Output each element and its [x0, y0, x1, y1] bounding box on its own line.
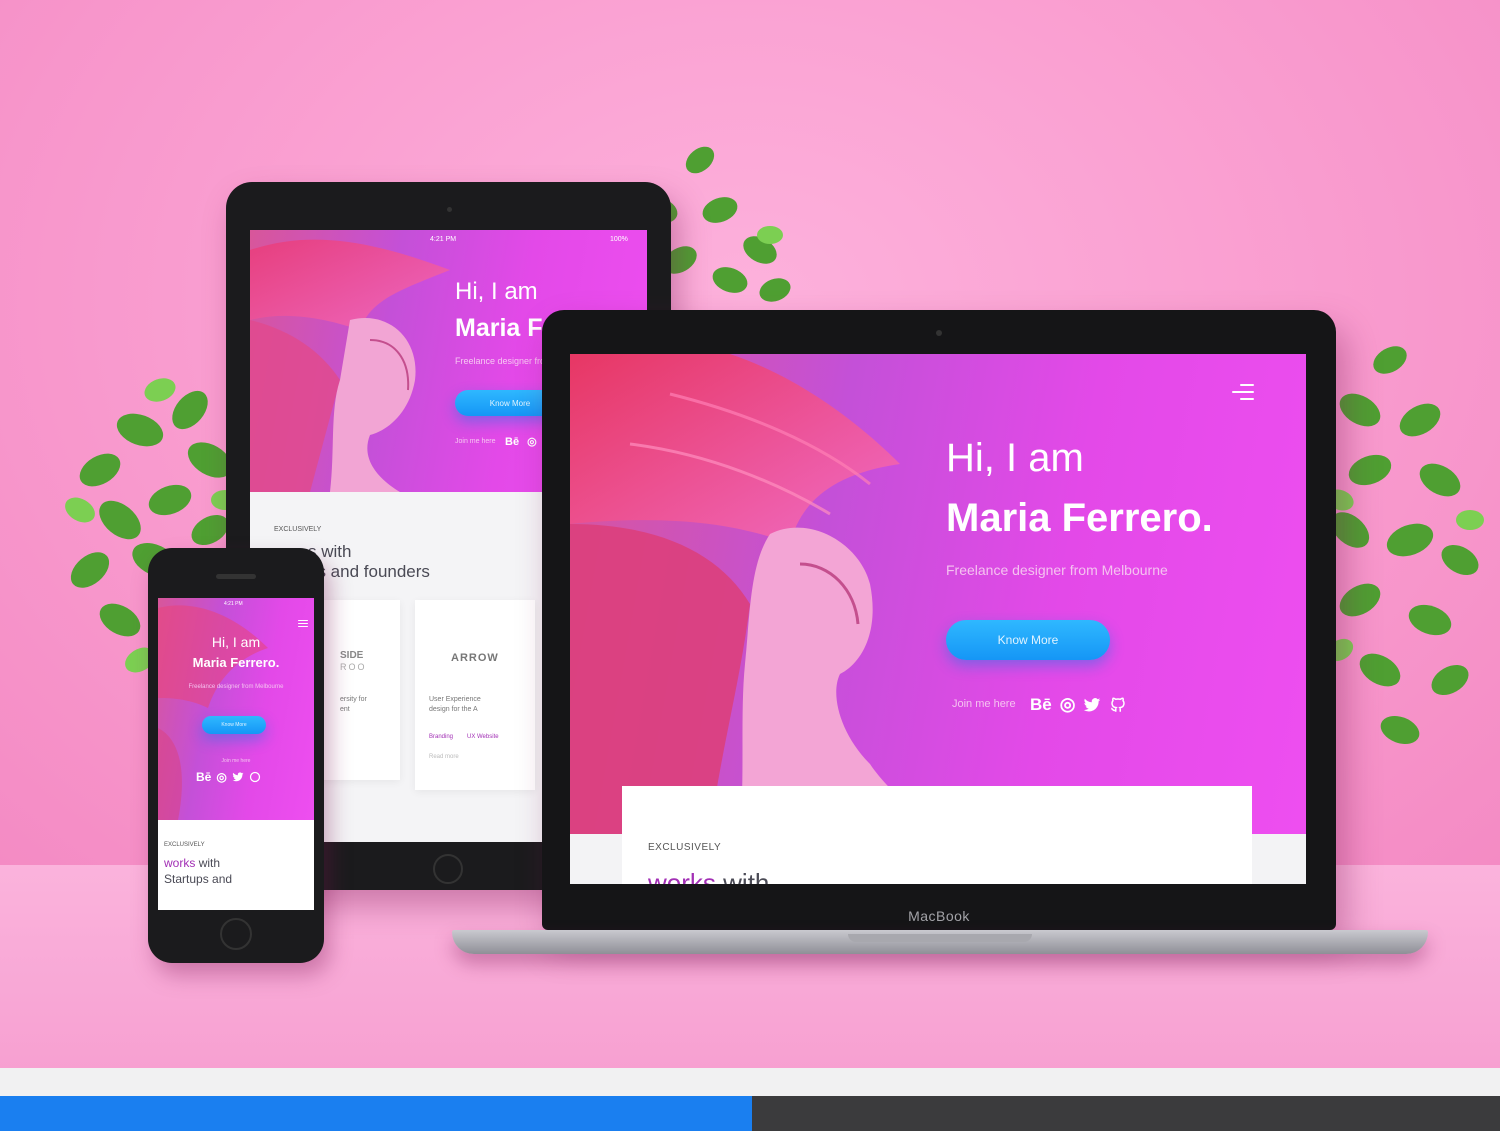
laptop-brand-label: MacBook: [908, 908, 970, 924]
hero-portrait-image: [250, 230, 480, 492]
bottom-divider-strip: [0, 1068, 1500, 1096]
hero-tagline: Freelance designer from Melbourne: [188, 684, 284, 690]
join-me-label: Join me here: [455, 438, 496, 445]
behance-icon[interactable]: Bē: [1030, 695, 1052, 715]
twitter-icon[interactable]: [1083, 696, 1101, 714]
join-me-label: Join me here: [952, 698, 1016, 710]
laptop-screen: Hi, I am Maria Ferrero. Freelance design…: [570, 354, 1306, 884]
content-card: EXCLUSIVELY works with: [622, 786, 1252, 884]
client-card-arrow-text2: design for the A: [429, 706, 478, 713]
hamburger-menu-icon[interactable]: [1232, 384, 1254, 405]
client-card-arrow-tag-branding[interactable]: Branding: [429, 734, 453, 740]
social-links: Bē ◎: [196, 770, 261, 784]
bottom-dark-bar: [752, 1096, 1500, 1131]
section-heading-rest: with: [198, 856, 221, 870]
section-heading: works with: [164, 856, 220, 870]
hero-greeting: Hi, I am: [211, 634, 261, 650]
client-card-arrow[interactable]: ARROW User Experience design for the A B…: [415, 600, 535, 790]
section-heading-line2: ps and founders: [308, 562, 430, 581]
social-links: Bē ◎: [1030, 694, 1127, 715]
client-card-arrow-text: User Experience: [429, 696, 481, 703]
laptop-device: Hi, I am Maria Ferrero. Freelance design…: [542, 310, 1336, 930]
section-eyebrow: EXCLUSIVELY: [648, 842, 722, 853]
phone-status-time: 4:21 PM: [224, 601, 243, 607]
tablet-status-battery: 100%: [610, 236, 628, 243]
behance-icon[interactable]: Bē: [196, 770, 211, 784]
phone-speaker: [216, 574, 256, 579]
section-heading-accent: works: [164, 856, 196, 870]
twitter-icon[interactable]: [232, 771, 244, 783]
hero-name: Maria Ferrero.: [192, 655, 280, 670]
hero-greeting: Hi, I am: [455, 278, 538, 305]
phone-hero: 4:21 PM Hi, I am Maria Ferrero. Freelanc…: [158, 598, 314, 820]
laptop-base: [452, 930, 1428, 954]
bottom-blue-bar: [0, 1096, 752, 1131]
know-more-button[interactable]: Know More: [202, 716, 266, 734]
phone-screen: 4:21 PM Hi, I am Maria Ferrero. Freelanc…: [158, 598, 314, 910]
section-heading-rest: with: [723, 868, 770, 884]
tablet-status-time: 4:21 PM: [430, 236, 457, 243]
client-logo-side-sub: ROO: [340, 662, 367, 672]
laptop-hero: Hi, I am Maria Ferrero. Freelance design…: [570, 354, 1306, 834]
dribbble-icon[interactable]: ◎: [216, 770, 226, 784]
laptop-camera: [936, 330, 942, 336]
know-more-button[interactable]: Know More: [946, 620, 1110, 660]
client-logo-side: SIDE: [340, 650, 364, 661]
client-logo-arrow: ARROW: [451, 652, 499, 664]
hero-portrait-image: [570, 354, 970, 834]
hero-tagline: Freelance designer from: [455, 356, 553, 366]
client-card-arrow-read-more[interactable]: Read more: [429, 754, 459, 760]
hero-name: Maria F: [455, 314, 543, 342]
client-card-side-text2: ent: [340, 706, 350, 713]
tablet-camera: [447, 207, 452, 212]
behance-icon[interactable]: Bē: [505, 436, 519, 448]
hero-portrait-image: [158, 598, 314, 820]
hero-name: Maria Ferrero.: [946, 496, 1213, 540]
dribbble-icon[interactable]: ◎: [1060, 694, 1076, 715]
github-icon[interactable]: [249, 771, 261, 783]
section-eyebrow: EXCLUSIVELY: [274, 526, 322, 533]
hamburger-menu-icon[interactable]: [298, 620, 308, 632]
join-me-label: Join me here: [221, 758, 251, 764]
phone-home-button: [220, 918, 252, 950]
section-heading-accent: works: [648, 868, 716, 884]
client-card-arrow-tag-ux[interactable]: UX Website: [467, 734, 499, 740]
client-card-side-text: ersity for: [340, 696, 367, 703]
hero-greeting: Hi, I am: [946, 436, 1084, 480]
section-eyebrow: EXCLUSIVELY: [164, 842, 205, 848]
github-icon[interactable]: [1109, 696, 1127, 714]
tablet-home-button: [433, 854, 463, 884]
hero-tagline: Freelance designer from Melbourne: [946, 562, 1168, 578]
dribbble-icon[interactable]: ◎: [527, 435, 537, 448]
section-heading-line2: Startups and: [164, 872, 233, 886]
phone-device: 4:21 PM Hi, I am Maria Ferrero. Freelanc…: [148, 548, 324, 963]
section-heading: works with: [648, 868, 769, 884]
social-links: Bē ◎: [505, 435, 537, 449]
